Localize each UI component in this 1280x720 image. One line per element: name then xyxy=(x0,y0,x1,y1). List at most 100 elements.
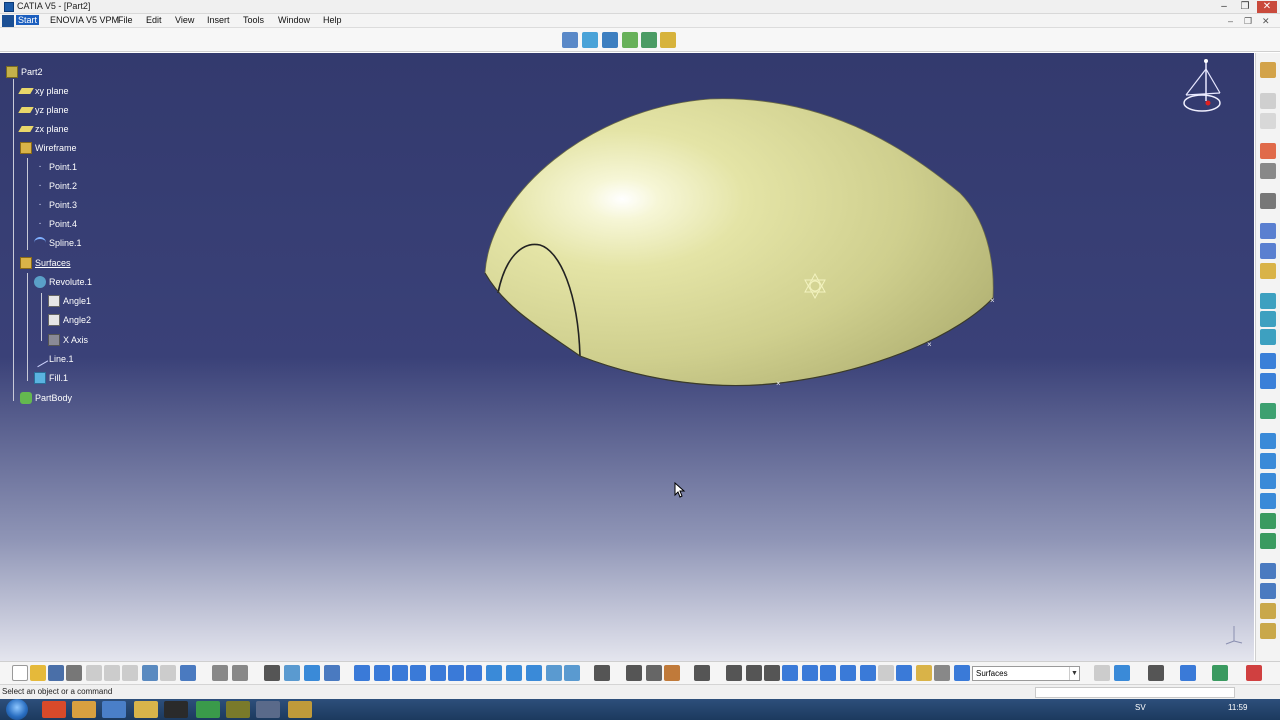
circle-icon[interactable] xyxy=(1260,353,1276,369)
tree-node-point-3[interactable]: · Point.3 xyxy=(34,198,77,212)
front-view-icon[interactable] xyxy=(506,665,522,681)
taskbar-app-icon[interactable] xyxy=(196,701,220,718)
formula-icon[interactable] xyxy=(212,665,228,681)
tree-root[interactable]: Part2 xyxy=(6,65,43,79)
point-tool-icon[interactable] xyxy=(1260,223,1276,239)
sphere-icon[interactable] xyxy=(304,665,320,681)
menu-file[interactable]: File xyxy=(116,15,135,25)
catalog-bottom-icon[interactable] xyxy=(1094,665,1110,681)
cut-section-icon[interactable] xyxy=(878,665,894,681)
tree-node-x-axis[interactable]: X Axis xyxy=(48,333,88,347)
table-view-icon[interactable] xyxy=(264,665,280,681)
iso-view-icon[interactable] xyxy=(486,665,502,681)
fit-all-icon[interactable] xyxy=(562,32,578,48)
menu-window[interactable]: Window xyxy=(276,15,312,25)
compass-tool-icon[interactable] xyxy=(820,665,836,681)
doc-close-icon[interactable]: ✕ xyxy=(1262,16,1270,27)
tree-node-spline-1[interactable]: Spline.1 xyxy=(34,236,82,250)
chevron-down-icon[interactable]: ▼ xyxy=(1069,667,1079,680)
instantiate-icon[interactable] xyxy=(324,665,340,681)
tree-node-yz-plane[interactable]: yz plane xyxy=(18,103,69,117)
normal-view-icon[interactable] xyxy=(641,32,657,48)
ie-icon[interactable] xyxy=(102,701,126,718)
whats-this-icon[interactable] xyxy=(180,665,196,681)
pan-bottom-icon[interactable] xyxy=(392,665,408,681)
3d-compass-icon[interactable] xyxy=(840,665,856,681)
taskbar-app-icon[interactable] xyxy=(226,701,250,718)
law-icon[interactable] xyxy=(1260,603,1276,619)
fly-mode-icon[interactable] xyxy=(354,665,370,681)
tree-node-xy-plane[interactable]: xy plane xyxy=(18,84,69,98)
cut-icon[interactable] xyxy=(86,665,102,681)
paste-icon[interactable] xyxy=(122,665,138,681)
analysis-icon[interactable] xyxy=(1260,623,1276,639)
taskbar-app-icon[interactable] xyxy=(256,701,280,718)
terminal-icon[interactable] xyxy=(164,701,188,718)
menu-tools[interactable]: Tools xyxy=(241,15,266,25)
workplane-icon[interactable] xyxy=(802,665,818,681)
layer-icon[interactable] xyxy=(916,665,932,681)
rotate-icon[interactable] xyxy=(602,32,618,48)
tree-node-zx-plane[interactable]: zx plane xyxy=(18,122,69,136)
workbench-icon[interactable] xyxy=(1260,62,1276,78)
axis-system-icon[interactable] xyxy=(764,665,780,681)
render-icon[interactable] xyxy=(694,665,710,681)
menu-insert[interactable]: Insert xyxy=(205,15,232,25)
clock[interactable]: 11:59 xyxy=(1228,703,1247,712)
catalog-icon[interactable] xyxy=(1260,93,1276,109)
menu-edit[interactable]: Edit xyxy=(144,15,164,25)
parallel-curve-icon[interactable] xyxy=(1260,329,1276,345)
normal-view-bottom-icon[interactable] xyxy=(466,665,482,681)
plane-tool-icon[interactable] xyxy=(1260,263,1276,279)
tree-node-surfaces[interactable]: Surfaces xyxy=(20,256,71,270)
properties-icon[interactable] xyxy=(934,665,950,681)
chrome-icon[interactable] xyxy=(72,701,96,718)
save-icon[interactable] xyxy=(48,665,64,681)
sheet-icon[interactable] xyxy=(1114,665,1130,681)
restore-button[interactable]: ❐ xyxy=(1236,1,1254,13)
minimize-button[interactable]: – xyxy=(1215,1,1233,13)
align-icon[interactable] xyxy=(1148,665,1164,681)
tree-node-line-1[interactable]: Line.1 xyxy=(31,350,74,368)
close-button[interactable]: ✕ xyxy=(1257,1,1277,13)
tree-node-partbody[interactable]: PartBody xyxy=(20,391,72,405)
copy-icon[interactable] xyxy=(104,665,120,681)
normal-icon[interactable] xyxy=(594,665,610,681)
extrude-icon[interactable] xyxy=(1260,403,1276,419)
join-icon[interactable] xyxy=(1260,513,1276,529)
blend-icon[interactable] xyxy=(1260,493,1276,509)
menu-help[interactable]: Help xyxy=(321,15,344,25)
sketcher-icon[interactable] xyxy=(1260,163,1276,179)
table-icon[interactable] xyxy=(1260,113,1276,129)
open-file-icon[interactable] xyxy=(30,665,46,681)
update-icon[interactable] xyxy=(284,665,300,681)
undo-icon[interactable] xyxy=(142,665,158,681)
doc-restore-icon[interactable]: ❐ xyxy=(1244,16,1252,27)
start-button-icon[interactable] xyxy=(6,699,28,720)
translate-icon[interactable] xyxy=(1260,563,1276,579)
measure-bottom-icon[interactable] xyxy=(664,665,680,681)
tree-node-angle1[interactable]: Angle1 xyxy=(48,294,91,308)
filter-icon[interactable] xyxy=(954,665,970,681)
tree-node-wireframe[interactable]: Wireframe xyxy=(20,141,77,155)
tools-icon[interactable] xyxy=(646,665,662,681)
doc-minimize-icon[interactable]: – xyxy=(1228,16,1233,26)
compass-icon[interactable] xyxy=(1178,57,1226,119)
filter-dropdown[interactable]: Surfaces ▼ xyxy=(972,666,1080,681)
tree-node-fill-1[interactable]: Fill.1 xyxy=(34,371,68,385)
snap-icon[interactable] xyxy=(746,665,762,681)
catia-menu-logo-icon[interactable] xyxy=(2,15,14,27)
swap-visible-icon[interactable] xyxy=(564,665,580,681)
menu-start[interactable]: Start xyxy=(16,15,40,25)
3d-viewport[interactable]: × × × Part2 xy plane yz plane zx plane W… xyxy=(0,53,1254,661)
zoom-in-icon[interactable] xyxy=(430,665,446,681)
taskbar-app-icon[interactable] xyxy=(42,701,66,718)
command-input[interactable] xyxy=(1035,687,1235,698)
pattern-icon[interactable] xyxy=(1260,583,1276,599)
menu-enovia[interactable]: ENOVIA V5 VPM xyxy=(48,15,121,25)
loft-icon[interactable] xyxy=(1260,473,1276,489)
pan-icon[interactable] xyxy=(582,32,598,48)
tree-node-point-1[interactable]: · Point.1 xyxy=(34,160,77,174)
zoom-icon[interactable] xyxy=(622,32,638,48)
measure-icon[interactable] xyxy=(1260,193,1276,209)
